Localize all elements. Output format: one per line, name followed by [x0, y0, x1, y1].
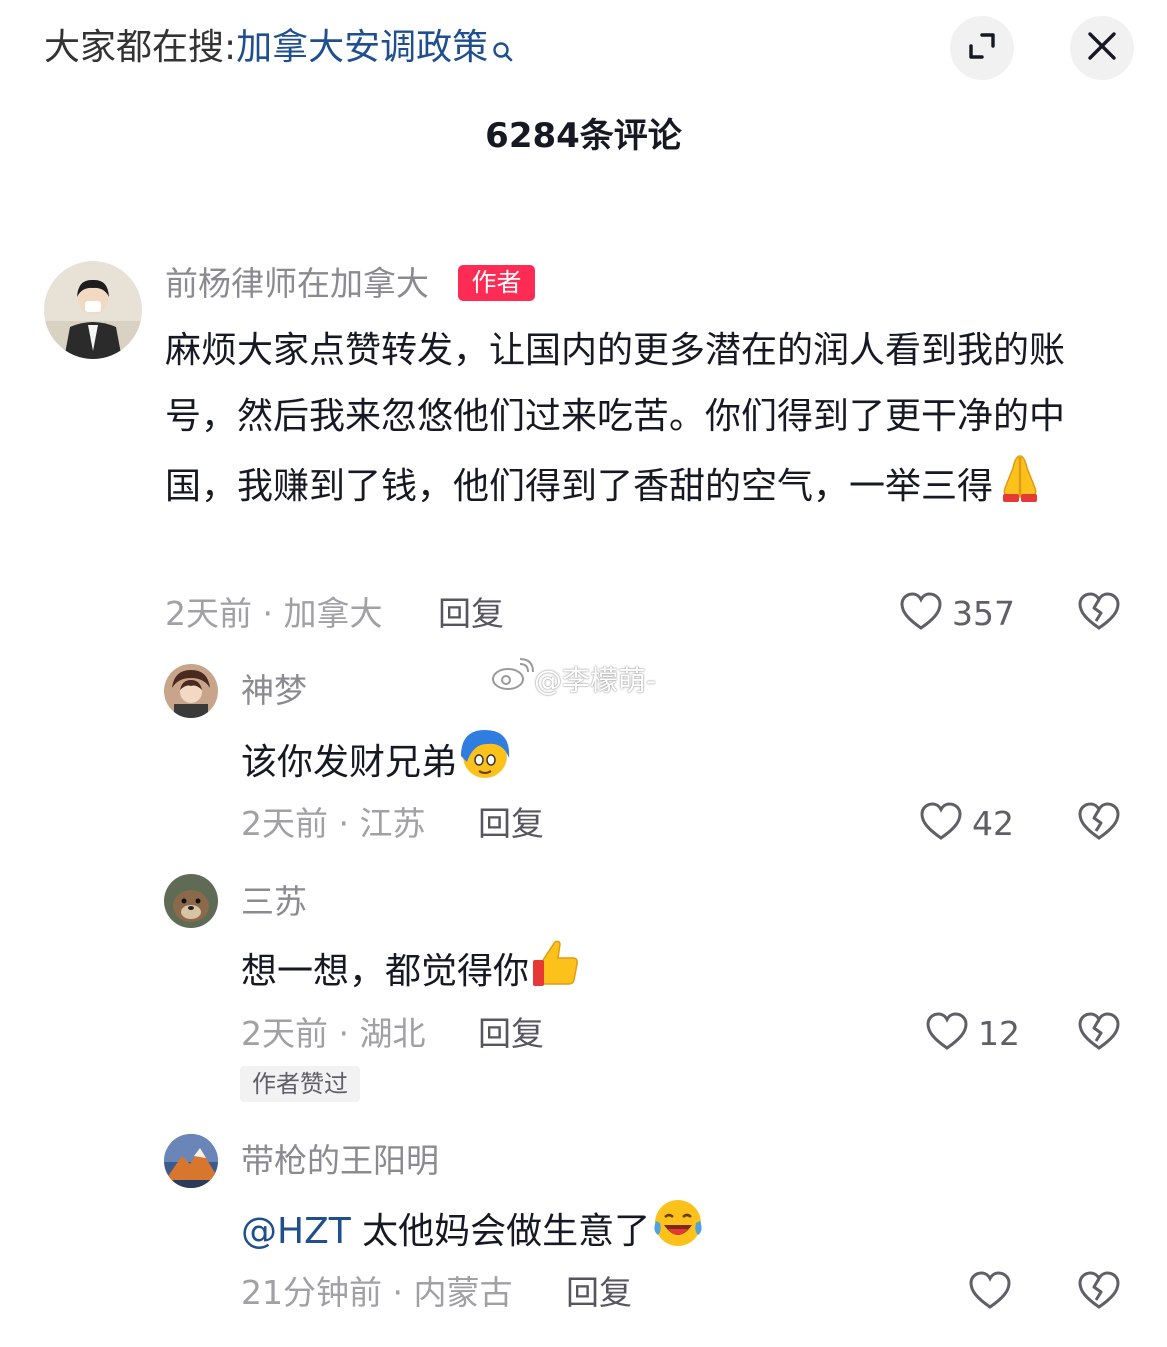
dislike-button[interactable] [1076, 799, 1122, 845]
like-count: 42 [972, 804, 1014, 843]
like-button[interactable] [967, 1268, 1021, 1318]
close-button[interactable] [1070, 16, 1134, 80]
comment-text: 该你发财兄弟 [241, 726, 513, 802]
broken-heart-icon [1076, 1271, 1122, 1318]
dislike-button[interactable] [1076, 589, 1122, 635]
weibo-logo-icon [490, 658, 534, 703]
avatar-image [164, 874, 218, 928]
comment-username[interactable]: 神梦 [241, 669, 307, 713]
like-count: 357 [952, 594, 1015, 633]
avatar[interactable] [44, 261, 142, 359]
like-button[interactable]: 12 [924, 1009, 1020, 1059]
dislike-button[interactable] [1076, 1268, 1122, 1314]
comment-username[interactable]: 三苏 [241, 880, 307, 924]
comment-text: @HZT 太他妈会做生意了 [241, 1195, 706, 1271]
heart-icon [924, 1009, 970, 1059]
close-icon [1086, 30, 1118, 66]
heart-icon [918, 799, 964, 849]
heart-icon [967, 1268, 1013, 1318]
expand-button[interactable] [950, 16, 1014, 80]
comment-meta: 2天前 · 加拿大 [165, 594, 383, 633]
search-icon [492, 26, 514, 78]
comment-text-content: 太他妈会做生意了 [350, 1211, 651, 1252]
avatar[interactable] [164, 874, 218, 928]
search-hint-prefix: 大家都在搜: [44, 27, 237, 68]
cartoon-face-emoji [457, 726, 513, 802]
avatar-image [44, 261, 142, 359]
comment-text: 麻烦大家点赞转发，让国内的更多潜在的润人看到我的账号，然后我来忽悠他们过来吃苦。… [165, 318, 1105, 526]
author-badge: 作者 [458, 265, 535, 301]
like-count: 12 [978, 1014, 1020, 1053]
watermark-text: @李檬萌- [534, 663, 657, 697]
mention-link[interactable]: @HZT [241, 1211, 351, 1252]
avatar-image [164, 664, 218, 718]
broken-heart-icon [1076, 1012, 1122, 1059]
author-liked-badge: 作者赞过 [240, 1066, 360, 1102]
comment-text: 想一想，都觉得你 [241, 936, 583, 1010]
broken-heart-icon [1076, 592, 1122, 639]
reply-button[interactable]: 回复 [478, 801, 544, 847]
heart-icon [898, 589, 944, 639]
folded-hands-emoji [993, 450, 1047, 526]
dislike-button[interactable] [1076, 1009, 1122, 1055]
watermark: @李檬萌- [490, 658, 656, 703]
search-hint-term[interactable]: 加拿大安调政策 [236, 27, 488, 68]
avatar[interactable] [164, 1134, 218, 1188]
reply-button[interactable]: 回复 [438, 591, 504, 637]
expand-icon [965, 29, 999, 67]
search-hint[interactable]: 大家都在搜:加拿大安调政策 [44, 22, 514, 78]
comment-text-content: 麻烦大家点赞转发，让国内的更多潜在的润人看到我的账号，然后我来忽悠他们过来吃苦。… [165, 330, 1066, 507]
comment-meta: 2天前 · 湖北 [241, 1014, 426, 1053]
comment-count-title: 6284条评论 [485, 116, 682, 156]
avatar[interactable] [164, 664, 218, 718]
comment-text-content: 该你发财兄弟 [241, 742, 458, 783]
like-button[interactable]: 42 [918, 799, 1014, 849]
comment-text-content: 想一想，都觉得你 [241, 951, 530, 992]
comment-username[interactable]: 带枪的王阳明 [241, 1139, 439, 1183]
comment-meta: 21分钟前 · 内蒙古 [241, 1273, 513, 1312]
crying-laughing-emoji [650, 1195, 706, 1271]
reply-button[interactable]: 回复 [478, 1011, 544, 1057]
thumbs-up-emoji [529, 936, 583, 1010]
like-button[interactable]: 357 [898, 589, 1015, 639]
comment-meta: 2天前 · 江苏 [241, 804, 426, 843]
reply-button[interactable]: 回复 [566, 1270, 632, 1316]
comment-username[interactable]: 前杨律师在加拿大 [165, 262, 429, 306]
broken-heart-icon [1076, 802, 1122, 849]
avatar-image [164, 1134, 218, 1188]
